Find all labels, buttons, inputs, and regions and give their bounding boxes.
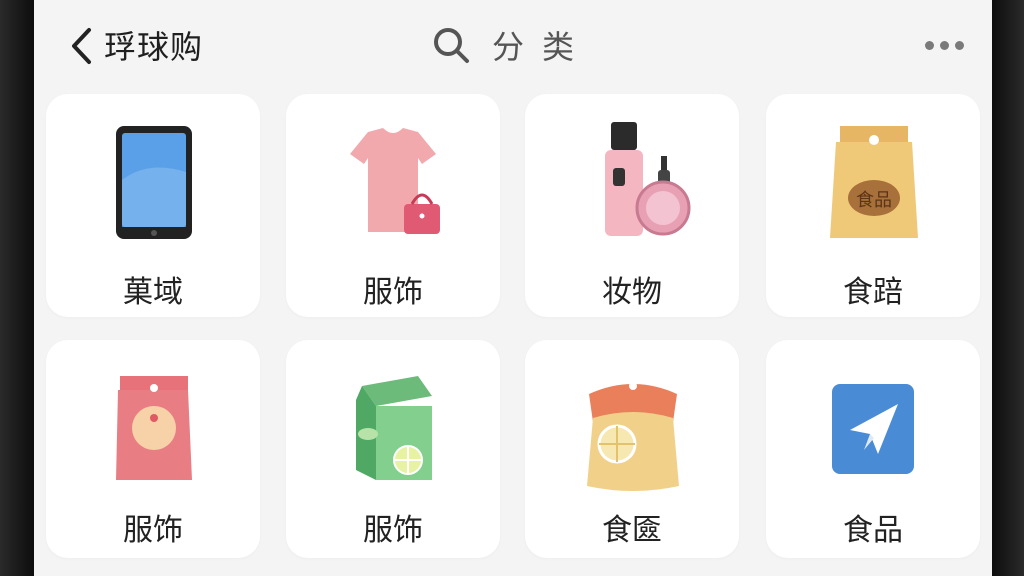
device-bezel-left (0, 0, 34, 576)
category-label: 菓域 (123, 275, 183, 310)
svg-text:食品: 食品 (856, 190, 892, 211)
category-label: 妆物 (602, 275, 662, 310)
category-card[interactable]: 服饰 (286, 94, 500, 317)
snack-bag-icon (587, 382, 679, 491)
red-food-bag-icon (116, 376, 192, 480)
category-label: 服饰 (363, 275, 423, 310)
category-label: 服饰 (363, 513, 423, 548)
tshirt-handbag-icon (350, 128, 440, 234)
category-card[interactable]: 食匳 (525, 340, 739, 558)
category-card[interactable]: 食品 (766, 340, 980, 558)
category-label: 服饰 (123, 513, 183, 548)
category-label: 食匳 (602, 513, 662, 548)
category-card[interactable]: 妆物 (525, 94, 739, 317)
category-label: 食品 (843, 513, 903, 548)
category-label: 食踣 (843, 275, 903, 310)
category-card[interactable]: 服饰 (286, 340, 500, 558)
category-card[interactable]: 食品 食踣 (766, 94, 980, 317)
category-grid: 菓域 服饰 妆物 食品 食踣 服饰 服饰 食匳 食品 (34, 0, 992, 576)
category-card[interactable]: 菓域 (46, 94, 260, 317)
paper-plane-app-icon (832, 384, 914, 474)
device-bezel-right (992, 0, 1024, 576)
tablet-phone-icon (116, 126, 192, 239)
green-milk-carton-icon (356, 376, 432, 480)
cosmetics-icon (605, 122, 691, 236)
app-screen: 琈球购 分类 菓域 服饰 妆物 食品 食踣 服饰 服饰 食匳 食品 (34, 0, 992, 576)
food-bag-icon: 食品 (830, 126, 918, 238)
category-card[interactable]: 服饰 (46, 340, 260, 558)
